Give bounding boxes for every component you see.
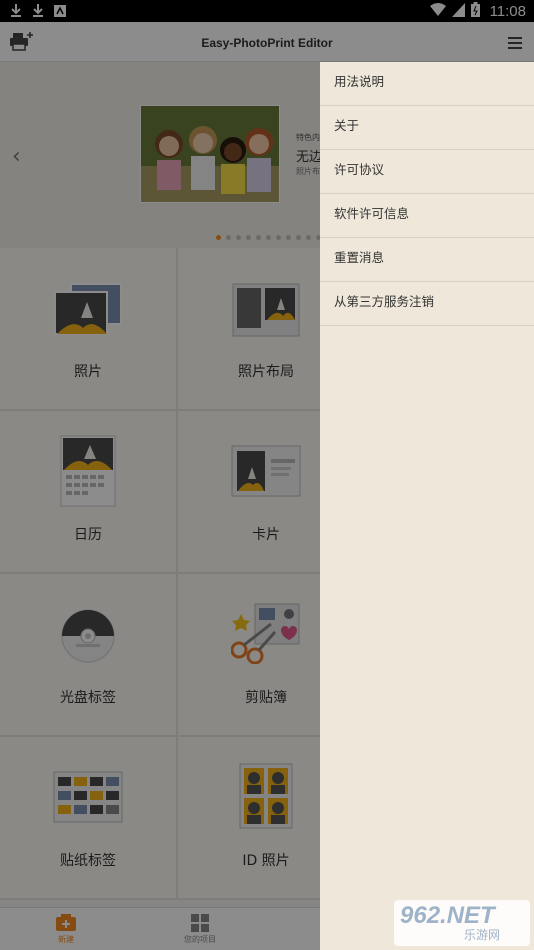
photo-layout-icon: [232, 283, 300, 337]
scrapbook-icon: [231, 603, 300, 664]
download-icon: [32, 3, 44, 21]
card-icon: [231, 445, 301, 497]
id-photo-icon: [239, 763, 293, 829]
carousel-dot: [276, 235, 281, 240]
app-title: Easy-PhotoPrint Editor: [201, 36, 333, 50]
battery-icon: [470, 2, 480, 21]
menu-item-usage[interactable]: 用法说明: [320, 62, 534, 106]
side-drawer-menu: 用法说明 关于 许可协议 软件许可信息 重置消息 从第三方服务注销: [320, 62, 534, 950]
status-bar: 11:08: [0, 0, 534, 22]
carousel-dot: [216, 235, 221, 240]
banner-caption-title: 无边: [296, 150, 323, 165]
photo-icon: [54, 283, 122, 335]
chevron-left-icon[interactable]: ‹: [12, 144, 21, 169]
sticker-icon: [53, 771, 123, 823]
grid-icon: [191, 914, 209, 932]
download-icon: [10, 3, 22, 21]
grid-item-photo[interactable]: 照片: [0, 248, 178, 411]
menu-item-about[interactable]: 关于: [320, 106, 534, 150]
menu-item-software-license[interactable]: 软件许可信息: [320, 194, 534, 238]
disc-label-icon: [61, 609, 115, 663]
app-bar: Easy-PhotoPrint Editor: [0, 22, 534, 62]
grid-item-label: 日历: [74, 527, 102, 543]
carousel-dot: [256, 235, 261, 240]
grid-item-disc-label[interactable]: 光盘标签: [0, 574, 178, 737]
watermark-subtext: 乐游网: [464, 928, 501, 942]
notification-app-icon: [54, 3, 66, 21]
carousel-dot: [226, 235, 231, 240]
signal-icon: [451, 2, 465, 21]
nav-recent-label: 您的项目: [184, 935, 216, 944]
nav-recent[interactable]: 您的项目: [160, 914, 240, 945]
grid-item-label: 贴纸标签: [60, 853, 116, 869]
carousel-dot: [236, 235, 241, 240]
grid-item-label: 照片: [74, 364, 102, 380]
menu-item-third-party-logout[interactable]: 从第三方服务注销: [320, 282, 534, 326]
banner-caption-small: 特色内: [296, 133, 320, 142]
nav-new-label: 新建: [58, 935, 74, 944]
menu-item-reset-messages[interactable]: 重置消息: [320, 238, 534, 282]
calendar-icon: [60, 435, 116, 507]
grid-item-calendar[interactable]: 日历: [0, 411, 178, 574]
carousel-dot: [246, 235, 251, 240]
wifi-icon: [429, 2, 446, 21]
hamburger-menu-icon[interactable]: [508, 34, 522, 53]
clock-time: 11:08: [489, 3, 526, 20]
grid-item-sticker[interactable]: 贴纸标签: [0, 737, 178, 900]
banner-photo: [140, 105, 280, 203]
menu-item-license-agreement[interactable]: 许可协议: [320, 150, 534, 194]
carousel-dot: [286, 235, 291, 240]
carousel-dot: [266, 235, 271, 240]
grid-item-label: 光盘标签: [60, 690, 116, 706]
banner-caption-sub: 照片布: [296, 167, 320, 176]
carousel-dot: [296, 235, 301, 240]
carousel-indicator: [216, 235, 331, 240]
carousel-dot: [306, 235, 311, 240]
watermark-logo: 962.NET 乐游网: [394, 900, 530, 946]
new-project-icon: [56, 914, 76, 931]
nav-new[interactable]: 新建: [26, 914, 106, 945]
